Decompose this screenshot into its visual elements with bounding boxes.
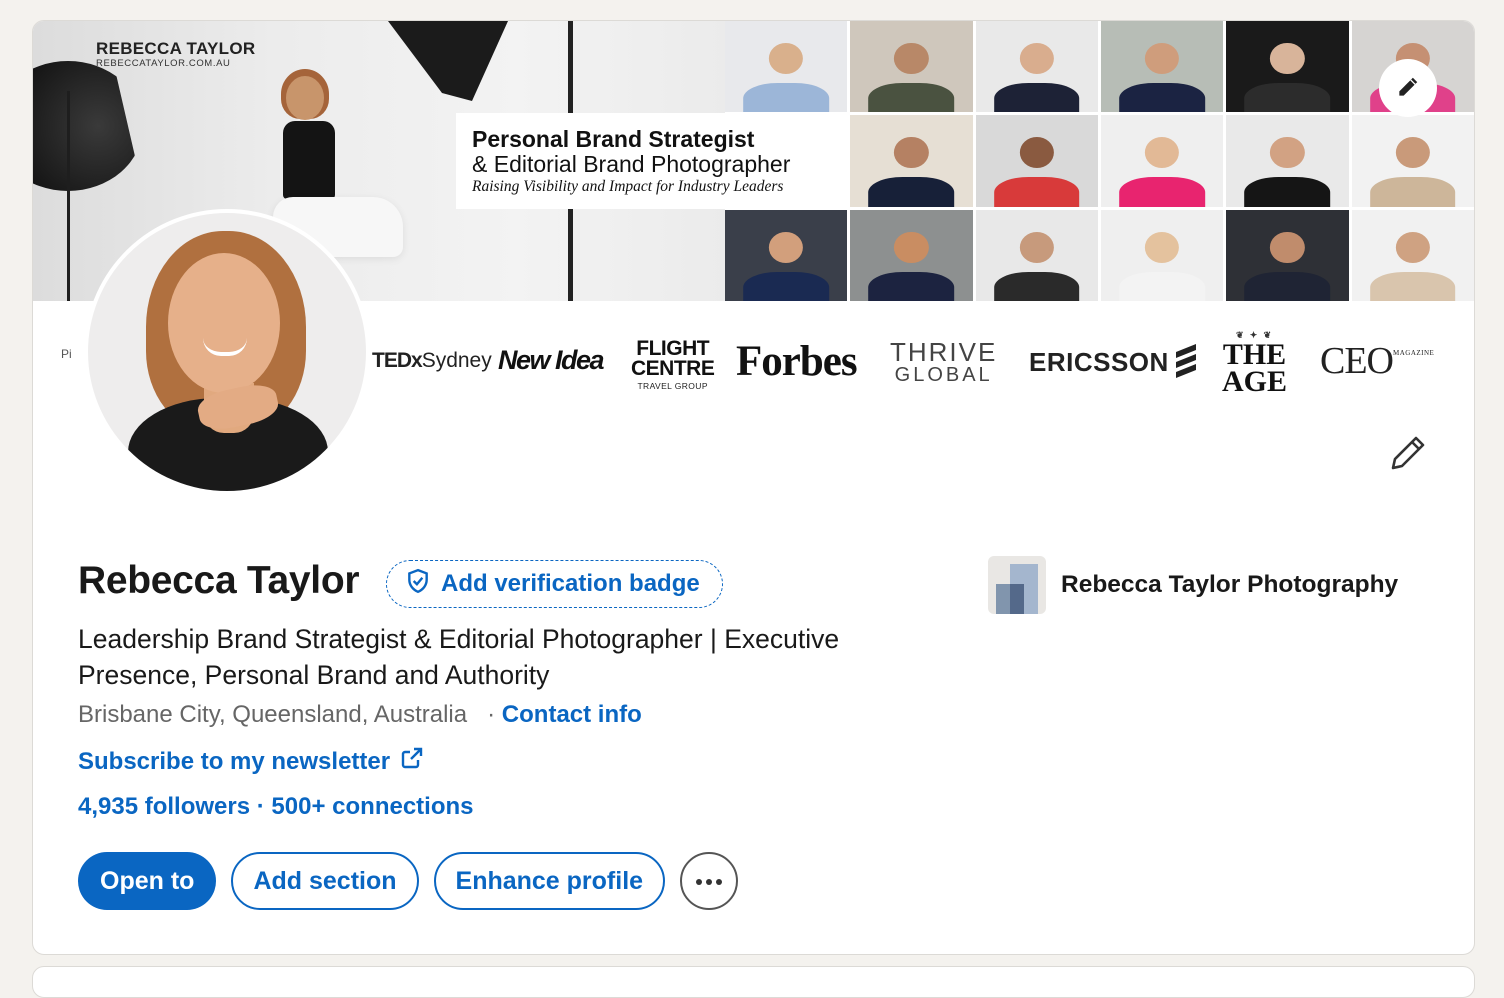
profile-avatar[interactable] xyxy=(84,209,370,495)
banner-tagline-slogan: Raising Visibility and Impact for Indust… xyxy=(472,178,784,195)
portrait-tile xyxy=(850,209,973,301)
the-age-logo: ❦ ✦ ❦ THE AGE xyxy=(1222,330,1288,399)
profile-card: REBECCA TAYLOR REBECCATAYLOR.COM.AU Pers… xyxy=(32,20,1475,955)
banner-brand-name: REBECCA TAYLOR xyxy=(96,39,256,58)
portrait-tile xyxy=(725,21,848,113)
contact-info-link[interactable]: Contact info xyxy=(502,701,642,728)
edit-banner-button[interactable] xyxy=(1379,59,1437,117)
location-separator: · xyxy=(487,701,496,728)
banner-tagline-subtitle: & Editorial Brand Photographer xyxy=(472,151,791,177)
enhance-profile-button[interactable]: Enhance profile xyxy=(433,852,666,910)
banner-tagline: Personal Brand Strategist & Editorial Br… xyxy=(456,113,848,209)
portrait-tile xyxy=(975,21,1098,113)
ericsson-logo: ERICSSON xyxy=(1029,347,1169,377)
portrait-tile xyxy=(1351,115,1474,207)
pencil-icon xyxy=(1388,436,1428,476)
edit-intro-button[interactable] xyxy=(1387,433,1429,475)
portrait-tile xyxy=(1101,115,1224,207)
ericsson-mark-icon xyxy=(1176,344,1196,378)
pencil-icon xyxy=(1395,74,1421,103)
newsletter-label: Subscribe to my newsletter xyxy=(78,747,391,775)
profile-location: Brisbane City, Queensland, Australia xyxy=(78,701,468,728)
next-section-card xyxy=(32,966,1475,998)
stats-separator: · xyxy=(256,793,265,820)
new-idea-logo: New Idea xyxy=(498,345,605,375)
portrait-tile xyxy=(725,209,848,301)
more-actions-button[interactable] xyxy=(680,852,739,910)
portrait-tile xyxy=(850,21,973,113)
forbes-logo: Forbes xyxy=(736,338,858,385)
portrait-tile xyxy=(1226,209,1349,301)
banner-brand-url: REBECCATAYLOR.COM.AU xyxy=(96,58,231,69)
ellipsis-icon xyxy=(695,874,723,889)
company-logo xyxy=(988,556,1046,614)
verification-label: Add verification badge xyxy=(441,570,700,597)
thrive-global-logo: THRIVE GLOBAL xyxy=(890,337,998,386)
tedx-sydney-logo: TEDxSydney xyxy=(372,349,492,372)
profile-headline: Leadership Brand Strategist & Editorial … xyxy=(78,624,840,690)
portrait-tile xyxy=(850,115,973,207)
open-to-button[interactable]: Open to xyxy=(78,852,217,910)
followers-link[interactable]: 4,935 followers xyxy=(78,793,250,820)
ceo-magazine-logo: CEOMAGAZINE xyxy=(1320,340,1435,382)
subscribe-newsletter-link[interactable]: Subscribe to my newsletter xyxy=(78,746,424,777)
portrait-tile xyxy=(975,209,1098,301)
portrait-tile xyxy=(975,115,1098,207)
banner-truncated-label: Pi xyxy=(61,347,72,361)
profile-actions: Open to Add section Enhance profile xyxy=(78,852,739,910)
add-verification-badge-button[interactable]: Add verification badge xyxy=(386,560,723,608)
company-name: Rebecca Taylor Photography xyxy=(1061,571,1399,598)
profile-name: Rebecca Taylor xyxy=(78,559,360,602)
shield-check-icon xyxy=(405,568,431,601)
current-company[interactable]: Rebecca Taylor Photography xyxy=(988,556,1398,614)
portrait-tile xyxy=(1351,209,1474,301)
portrait-tile xyxy=(1226,115,1349,207)
profile-stats: 4,935 followers · 500+ connections xyxy=(78,793,474,821)
portrait-tile xyxy=(1101,209,1224,301)
portrait-tile xyxy=(1226,21,1349,113)
flight-centre-logo: FLIGHT CENTRE TRAVEL GROUP xyxy=(631,337,715,391)
connections-link[interactable]: 500+ connections xyxy=(271,793,473,820)
banner-tagline-title: Personal Brand Strategist xyxy=(472,126,755,152)
external-link-icon xyxy=(400,746,424,777)
profile-location-row: Brisbane City, Queensland, Australia · C… xyxy=(78,701,642,729)
add-section-button[interactable]: Add section xyxy=(231,852,419,910)
portrait-tile xyxy=(1101,21,1224,113)
